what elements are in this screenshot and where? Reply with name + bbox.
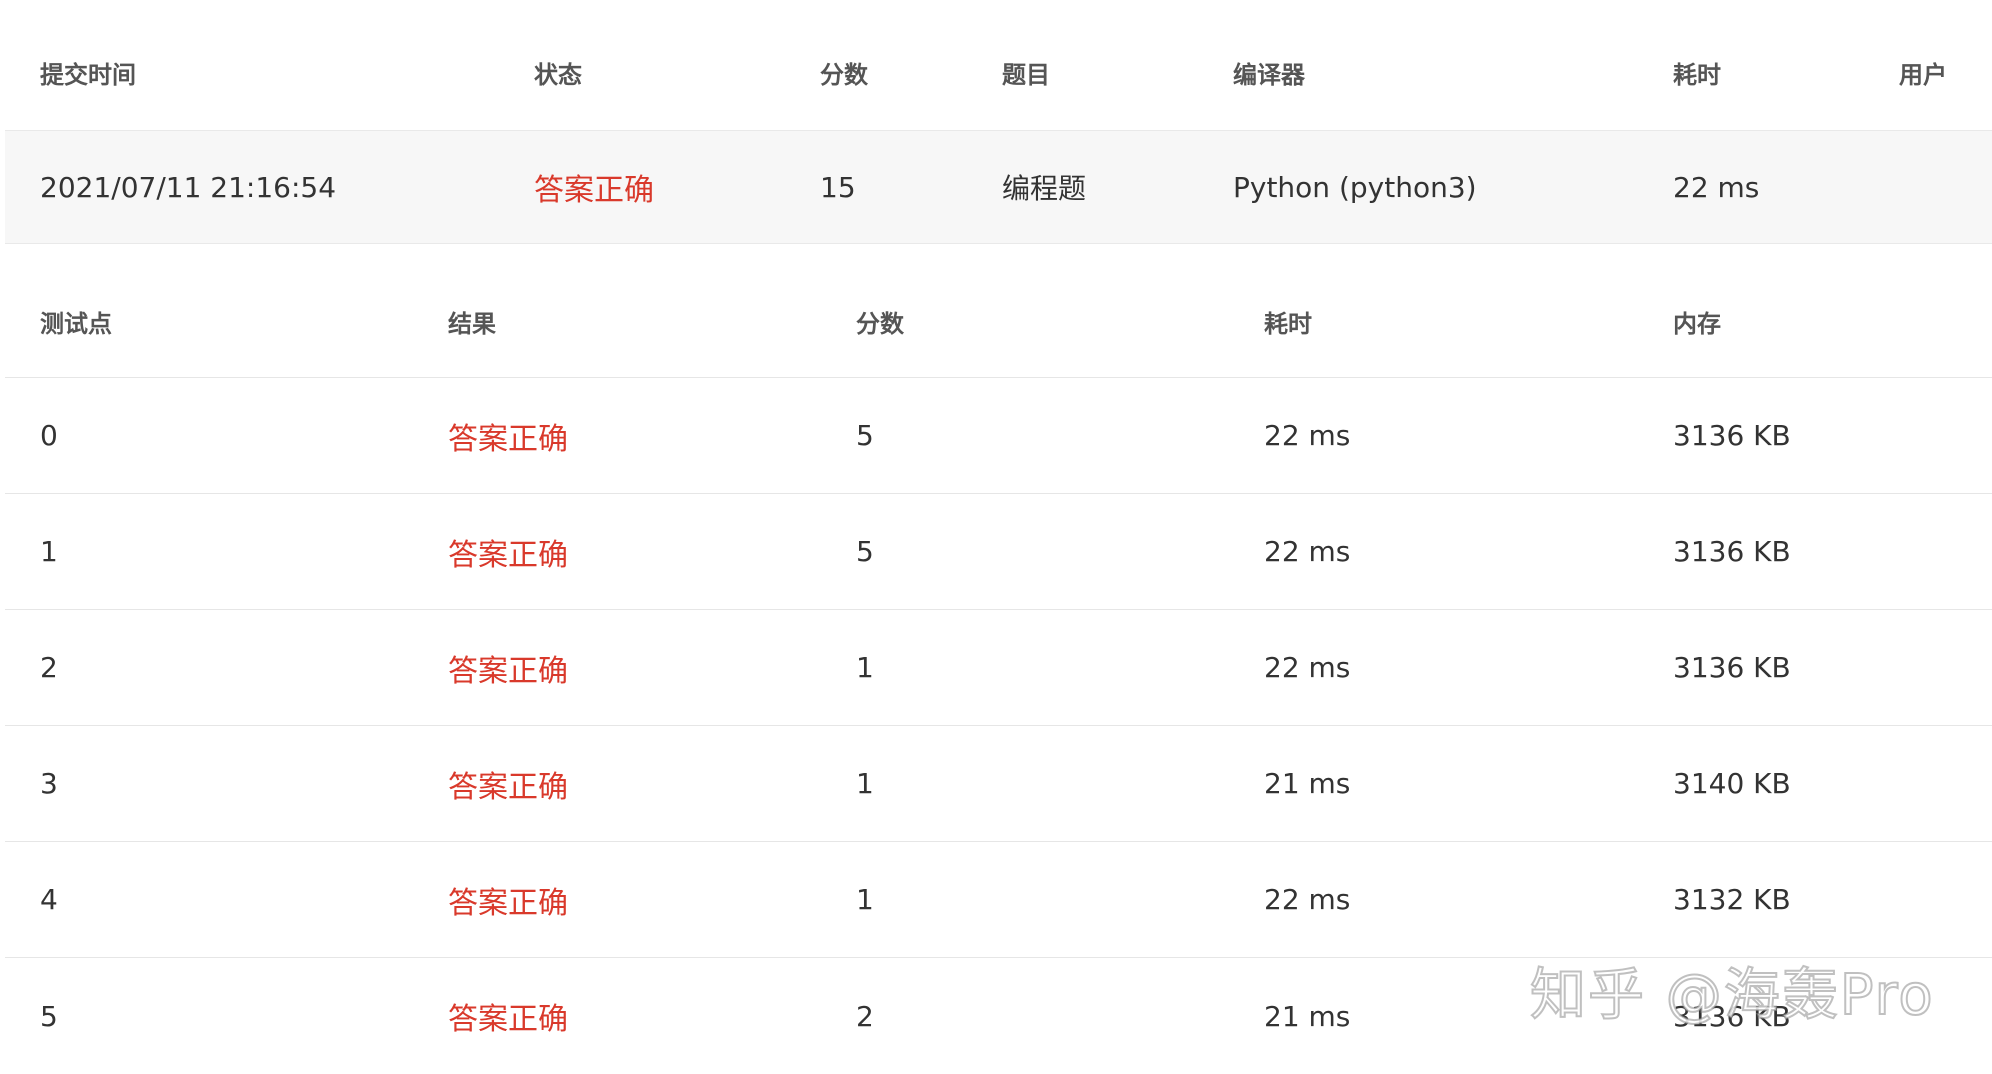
table-row: 0 答案正确 5 22 ms 3136 KB: [5, 378, 1992, 494]
testcase-score: 1: [856, 767, 874, 800]
header-status: 状态: [534, 60, 582, 89]
testcase-result: 答案正确: [448, 769, 568, 805]
submission-time: 2021/07/11 21:16:54: [40, 170, 337, 204]
table-row: 1 答案正确 5 22 ms 3136 KB: [5, 494, 1992, 610]
testcase-result: 答案正确: [448, 537, 568, 573]
testcase-time: 22 ms: [1264, 419, 1351, 452]
header-compiler: 编译器: [1233, 60, 1305, 89]
submission-score: 15: [820, 170, 856, 204]
header-testcase-time: 耗时: [1264, 310, 1312, 338]
testcase-time: 22 ms: [1264, 651, 1351, 684]
submission-compiler: Python (python3): [1233, 170, 1477, 204]
header-memory: 内存: [1673, 310, 1721, 338]
testcase-memory: 3140 KB: [1673, 767, 1791, 800]
watermark: 知乎 @海轰Pro: [1529, 962, 1935, 1029]
table-row: 3 答案正确 1 21 ms 3140 KB: [5, 726, 1992, 842]
testcase-memory: 3136 KB: [1673, 419, 1791, 452]
submission-status[interactable]: 答案正确: [534, 131, 654, 243]
testcase-score: 1: [856, 651, 874, 684]
testcase-id: 1: [40, 535, 58, 568]
table-row: 2 答案正确 1 22 ms 3136 KB: [5, 610, 1992, 726]
testcase-memory: 3136 KB: [1673, 535, 1791, 568]
header-duration: 耗时: [1673, 60, 1721, 89]
testcase-score: 5: [856, 535, 874, 568]
testcase-memory: 3132 KB: [1673, 883, 1791, 916]
testcase-result: 答案正确: [448, 421, 568, 457]
testcase-result: 答案正确: [448, 885, 568, 921]
testcase-score: 5: [856, 419, 874, 452]
testcase-id: 5: [40, 999, 58, 1033]
submission-problem[interactable]: 编程题: [1002, 131, 1086, 243]
testcase-memory: 3136 KB: [1673, 651, 1791, 684]
testcase-result: 答案正确: [448, 653, 568, 689]
testcase-time: 21 ms: [1264, 999, 1351, 1033]
header-testcase: 测试点: [40, 310, 112, 338]
testcase-score: 2: [856, 999, 874, 1033]
testcase-score: 1: [856, 883, 874, 916]
testcase-id: 2: [40, 651, 58, 684]
table-row: 4 答案正确 1 22 ms 3132 KB: [5, 842, 1992, 958]
testcase-time: 22 ms: [1264, 883, 1351, 916]
header-problem: 题目: [1002, 60, 1050, 89]
header-result: 结果: [448, 310, 496, 338]
testcase-time: 22 ms: [1264, 535, 1351, 568]
header-testcase-score: 分数: [856, 310, 904, 338]
testcase-id: 4: [40, 883, 58, 916]
submission-row[interactable]: 2021/07/11 21:16:54 答案正确 15 编程题 Python (…: [5, 130, 1992, 244]
submission-header-row: 提交时间 状态 分数 题目 编译器 耗时 用户: [5, 14, 1992, 130]
testcase-id: 0: [40, 419, 58, 452]
header-submit-time: 提交时间: [40, 60, 136, 89]
testcase-header-row: 测试点 结果 分数 耗时 内存: [5, 266, 1992, 378]
header-user: 用户: [1899, 60, 1947, 89]
header-score: 分数: [820, 60, 868, 89]
submission-duration: 22 ms: [1673, 170, 1760, 204]
testcase-id: 3: [40, 767, 58, 800]
testcase-time: 21 ms: [1264, 767, 1351, 800]
testcase-result: 答案正确: [448, 1002, 568, 1037]
